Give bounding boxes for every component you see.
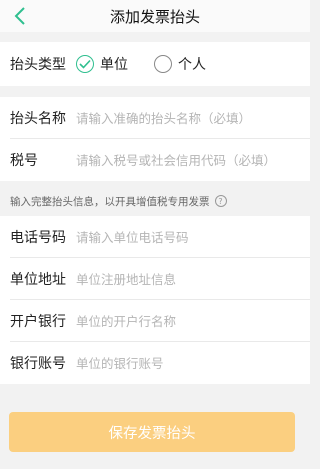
vat-hint: 输入完整抬头信息，以开具增值税专用发票 ?	[0, 186, 310, 216]
check-icon	[79, 59, 91, 69]
question-circle-icon[interactable]: ?	[214, 195, 227, 207]
name-tax-section: 抬头名称 税号	[0, 97, 310, 181]
invoice-type-label: 抬头类型	[10, 57, 66, 73]
account-label: 银行账号	[10, 356, 66, 372]
radio-personal-label: 个人	[178, 57, 206, 73]
save-invoice-button[interactable]: 保存发票抬头	[9, 412, 295, 452]
bank-label: 开户银行	[10, 314, 66, 330]
tax-number-label: 税号	[10, 153, 38, 169]
address-row: 单位地址	[0, 258, 310, 300]
account-row: 银行账号	[0, 342, 310, 384]
tax-number-row: 税号	[0, 139, 310, 181]
tax-number-input[interactable]	[76, 152, 301, 168]
account-input[interactable]	[76, 355, 301, 371]
phone-label: 电话号码	[10, 230, 66, 246]
bank-row: 开户银行	[0, 300, 310, 342]
extra-info-section: 电话号码 单位地址 开户银行 银行账号	[0, 216, 310, 384]
radio-circle	[76, 55, 94, 73]
invoice-type-row: 抬头类型 单位 个人	[0, 42, 310, 86]
type-section: 抬头类型 单位 个人	[0, 42, 310, 86]
vat-hint-text: 输入完整抬头信息，以开具增值税专用发票	[10, 195, 210, 208]
bank-input[interactable]	[76, 313, 301, 329]
chevron-left-icon	[14, 7, 25, 25]
nav-bar: 添加发票抬头	[0, 0, 310, 32]
radio-company[interactable]: 单位	[76, 54, 128, 74]
phone-input[interactable]	[76, 229, 301, 245]
radio-personal[interactable]: 个人	[154, 54, 206, 74]
address-input[interactable]	[76, 271, 301, 287]
phone-row: 电话号码	[0, 216, 310, 258]
invoice-name-row: 抬头名称	[0, 97, 310, 139]
radio-company-label: 单位	[100, 57, 128, 73]
invoice-name-input[interactable]	[76, 110, 301, 126]
page-title: 添加发票抬头	[109, 7, 200, 26]
address-label: 单位地址	[10, 272, 66, 288]
invoice-name-label: 抬头名称	[10, 111, 66, 127]
radio-circle	[154, 55, 172, 73]
back-button[interactable]	[10, 5, 30, 27]
